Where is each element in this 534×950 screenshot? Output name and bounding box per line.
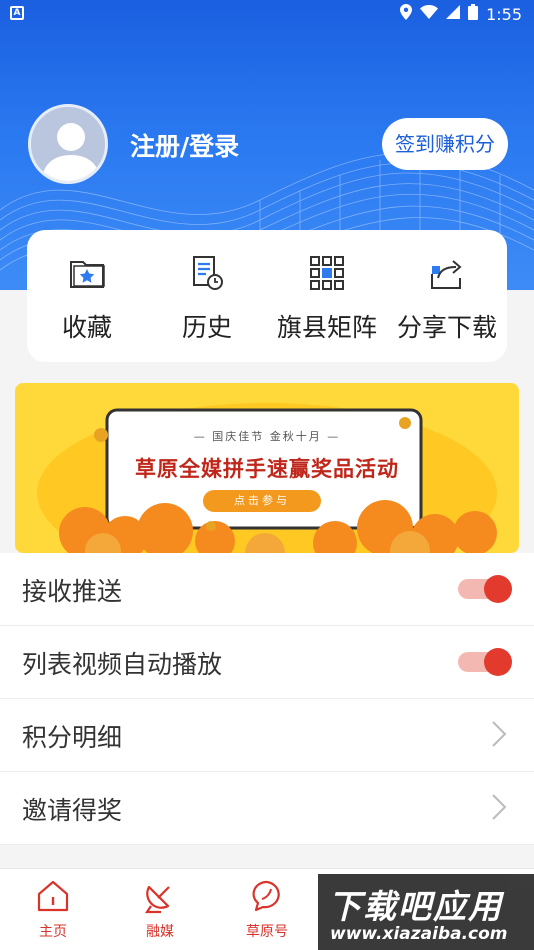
wifi-icon [420,5,439,23]
quick-actions-card: 收藏 历史 旗县矩阵 分享下载 [27,230,507,362]
push-toggle[interactable] [458,575,512,603]
setting-row-points[interactable]: 积分明细 [0,699,534,772]
nav-label: 融媒 [146,924,174,940]
favorites-label: 收藏 [61,313,112,342]
setting-row-push: 接收推送 [0,553,534,626]
share-download-label: 分享下载 [396,313,497,342]
toggle-knob [484,648,512,676]
setting-row-invite[interactable]: 邀请得奖 [0,772,534,845]
nav-label: 主页 [39,924,67,940]
nav-media[interactable]: 融媒 [120,877,200,941]
chevron-right-icon [492,794,507,820]
toggle-knob [484,575,512,603]
county-matrix-label: 旗县矩阵 [276,313,377,342]
history-document-icon [193,256,223,290]
clock: 1:55 [486,4,522,24]
home-icon [37,880,69,912]
banner-title: 草原全媒拼手速赢奖品活动 [135,457,399,481]
login-register-link[interactable]: 注册/登录 [130,127,239,163]
setting-label: 列表视频自动播放 [22,650,223,679]
chevron-right-icon [492,721,507,747]
nav-home[interactable]: 主页 [13,877,93,941]
notification-icon: A [10,6,24,20]
banner-participate-button[interactable]: 点击参与 [203,490,321,512]
nav-label: 草原号 [246,924,288,940]
county-matrix-button[interactable]: 旗县矩阵 [267,252,387,344]
location-icon [400,4,413,24]
setting-label: 邀请得奖 [22,796,123,825]
autoplay-toggle[interactable] [458,648,512,676]
nav-grassland[interactable]: 草原号 [227,877,307,941]
setting-row-autoplay: 列表视频自动播放 [0,626,534,699]
checkin-button[interactable]: 签到赚积分 [382,118,508,170]
banner-subtitle: — 国庆佳节 金秋十月 — [193,430,341,443]
battery-icon [468,4,479,24]
settings-list: 接收推送 列表视频自动播放 积分明细 邀请得奖 [0,553,534,845]
satellite-dish-icon [144,885,170,914]
history-label: 历史 [181,313,232,342]
watermark-title: 下载吧应用 [328,887,503,926]
favorites-button[interactable]: 收藏 [27,252,147,344]
download-site-watermark: 下载吧应用 www.xiazaiba.com [318,874,534,950]
status-bar: A 1:55 [0,0,534,28]
chat-bubble-icon [252,880,280,912]
avatar[interactable] [28,104,108,184]
setting-label: 接收推送 [22,577,123,606]
favorites-folder-icon [70,261,105,288]
signal-icon [446,5,461,23]
history-button[interactable]: 历史 [147,252,267,344]
share-download-button[interactable]: 分享下载 [387,252,507,344]
promo-banner[interactable]: — 国庆佳节 金秋十月 — 草原全媒拼手速赢奖品活动 点击参与 [15,383,519,553]
setting-label: 积分明细 [22,723,123,752]
watermark-url: www.xiazaiba.com [330,924,508,944]
matrix-grid-icon [310,256,344,290]
share-icon [431,260,462,289]
